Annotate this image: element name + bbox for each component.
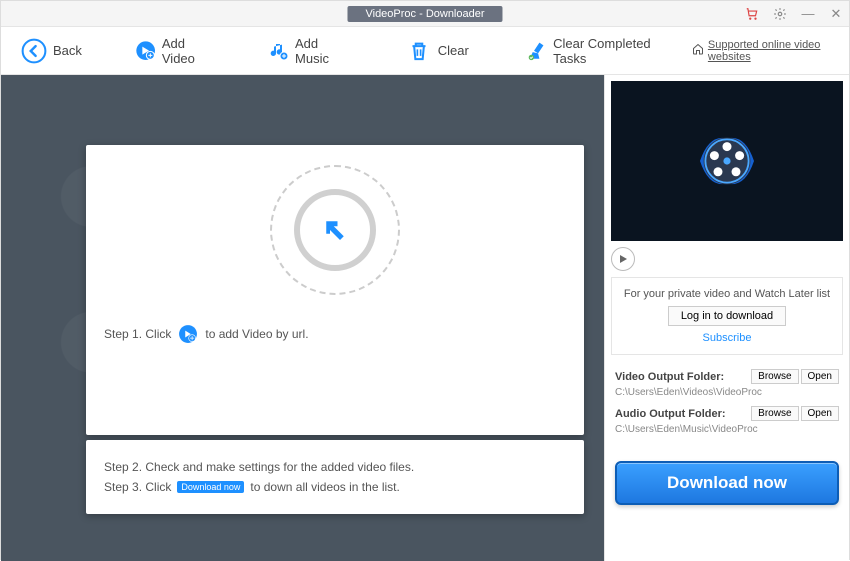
drop-card: Step 1. Click to add Video by url.	[86, 145, 584, 435]
titlebar: VideoProc - Downloader — ✕	[1, 1, 849, 27]
clear-completed-button[interactable]: Clear Completed Tasks	[518, 32, 672, 70]
close-icon[interactable]: ✕	[829, 7, 843, 21]
supported-label: Supported online video websites	[708, 39, 837, 63]
login-box: For your private video and Watch Later l…	[611, 277, 843, 355]
cart-icon[interactable]	[745, 7, 759, 21]
steps-card: Step 2. Check and make settings for the …	[86, 440, 584, 514]
gear-icon[interactable]	[773, 7, 787, 21]
audio-folder-path: C:\Users\Eden\Music\VideoProc	[615, 424, 839, 435]
step-2: Step 2. Check and make settings for the …	[104, 460, 566, 474]
video-folder-path: C:\Users\Eden\Videos\VideoProc	[615, 387, 839, 398]
play-row	[605, 241, 849, 277]
reel-logo-icon	[682, 116, 772, 206]
video-browse-button[interactable]: Browse	[751, 369, 798, 384]
login-button[interactable]: Log in to download	[668, 306, 786, 326]
video-folder-label: Video Output Folder:	[615, 371, 724, 383]
download-now-button[interactable]: Download now	[615, 461, 839, 505]
back-button[interactable]: Back	[13, 34, 90, 68]
step3-text-a: Step 3. Click	[104, 480, 171, 494]
right-panel: For your private video and Watch Later l…	[604, 75, 849, 561]
back-icon	[21, 38, 47, 64]
main-area: Step 1. Click to add Video by url. Step …	[1, 75, 849, 561]
left-panel: Step 1. Click to add Video by url. Step …	[1, 75, 604, 561]
preview-area	[611, 81, 843, 241]
login-message: For your private video and Watch Later l…	[622, 288, 832, 300]
add-video-mini-icon	[177, 323, 199, 345]
audio-browse-button[interactable]: Browse	[751, 406, 798, 421]
add-music-button[interactable]: Add Music	[260, 32, 353, 70]
supported-websites-link[interactable]: Supported online video websites	[692, 39, 837, 63]
home-icon	[692, 43, 704, 58]
step-3: Step 3. Click Download now to down all v…	[104, 480, 566, 494]
step1-text-b: to add Video by url.	[205, 327, 308, 341]
add-music-icon	[268, 38, 289, 64]
arrow-upleft-icon	[320, 215, 350, 245]
download-mini-badge: Download now	[177, 481, 244, 493]
play-button[interactable]	[611, 247, 635, 271]
step3-text-b: to down all videos in the list.	[250, 480, 399, 494]
add-video-label: Add Video	[162, 36, 211, 66]
clear-button[interactable]: Clear	[398, 34, 477, 68]
step1-text-a: Step 1. Click	[104, 327, 171, 341]
subscribe-link[interactable]: Subscribe	[622, 332, 832, 344]
folders-section: Video Output Folder: Browse Open C:\User…	[605, 355, 849, 453]
clear-label: Clear	[438, 43, 469, 58]
trash-icon	[406, 38, 432, 64]
back-label: Back	[53, 43, 82, 58]
add-video-button[interactable]: Add Video	[127, 32, 219, 70]
audio-folder-label: Audio Output Folder:	[615, 408, 726, 420]
clear-completed-label: Clear Completed Tasks	[553, 36, 664, 66]
video-open-button[interactable]: Open	[801, 369, 839, 384]
audio-open-button[interactable]: Open	[801, 406, 839, 421]
window-title: VideoProc - Downloader	[347, 6, 502, 22]
broom-icon	[526, 38, 547, 64]
minimize-icon[interactable]: —	[801, 7, 815, 21]
add-music-label: Add Music	[295, 36, 345, 66]
add-video-icon	[135, 38, 156, 64]
drop-zone[interactable]	[270, 165, 400, 295]
drop-inner-circle	[294, 189, 376, 271]
toolbar: Back Add Video Add Music Clear Clear Com…	[1, 27, 849, 75]
step-1: Step 1. Click to add Video by url.	[104, 323, 309, 345]
